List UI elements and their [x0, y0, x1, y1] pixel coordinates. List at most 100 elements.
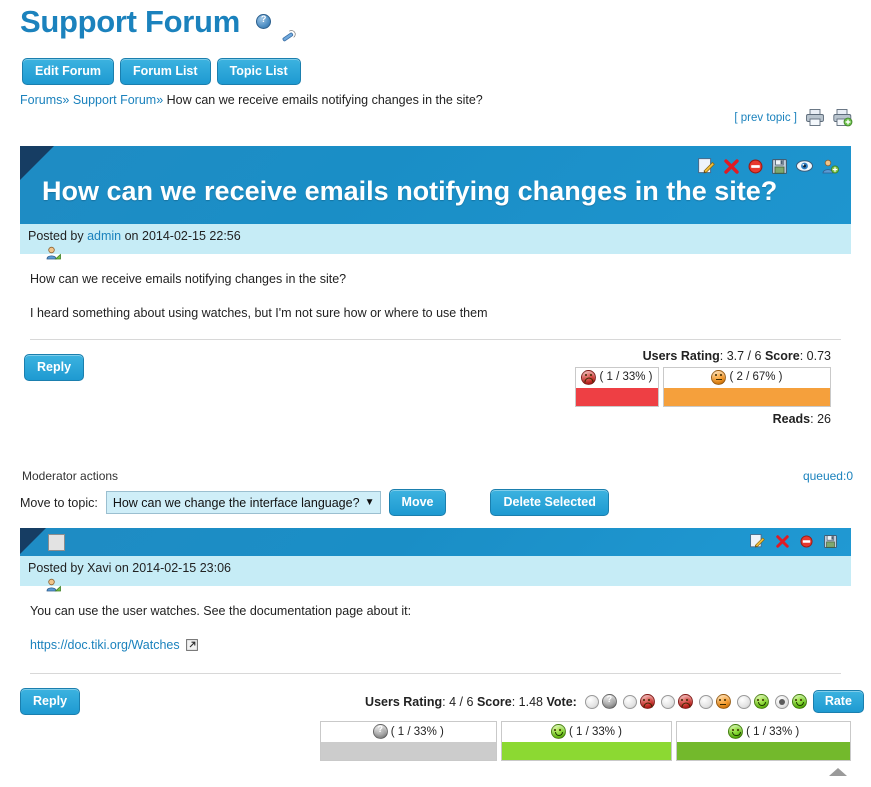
smile-green2-icon[interactable] [791, 694, 807, 709]
forum-action-buttons: Edit Forum Forum List Topic List [22, 58, 307, 85]
edit-icon[interactable] [698, 158, 715, 177]
rating-bar: ( 1 / 33% ) [575, 366, 659, 407]
reply-reply-button[interactable]: Reply [20, 688, 81, 715]
delete-selected-button[interactable]: Delete Selected [490, 489, 609, 516]
topic-header: How can we receive emails notifying chan… [20, 146, 851, 224]
rating-bar-label: ( 1 / 33% ) [321, 722, 496, 742]
corner-fold [20, 146, 54, 180]
external-link-icon [186, 638, 198, 657]
rating-bar-count: ( 1 / 33% ) [599, 371, 653, 384]
reply-paragraph-1: You can use the user watches. See the do… [30, 604, 412, 618]
documentation-link[interactable]: https://doc.tiki.org/Watches [30, 638, 180, 652]
rate-button[interactable]: Rate [812, 690, 864, 713]
reply-card: Posted by Xavi on 2014-02-15 23:06 You c… [20, 528, 851, 680]
move-button[interactable]: Move [388, 489, 447, 516]
users-rating-label: Users Rating [365, 694, 443, 709]
block-icon[interactable] [748, 159, 763, 177]
queued-count[interactable]: queued:0 [803, 469, 853, 483]
topic-header-icons [698, 158, 839, 177]
posted-by-label: Posted by [28, 561, 84, 575]
vote-option[interactable] [584, 693, 617, 709]
block-icon[interactable] [800, 534, 813, 551]
forum-page: Support Forum Edit ForumForum ListTopic … [0, 0, 871, 787]
select-post-checkbox[interactable] [48, 534, 65, 551]
topic-rating-summary: Users Rating: 3.7 / 6 Score: 0.73 ( 1 / … [575, 349, 831, 426]
rating-bar-fill [677, 742, 850, 760]
flat-orange-icon[interactable] [715, 694, 731, 709]
vote-options: Rate [584, 690, 864, 713]
vote-radio-selected[interactable] [774, 694, 789, 709]
breadcrumb-sep-2: » [156, 93, 164, 107]
breadcrumb-sep-1: » [62, 93, 70, 107]
watch-user-icon[interactable] [822, 159, 839, 177]
rating-bar-label: ( 1 / 33% ) [576, 368, 658, 388]
vote-radio[interactable] [584, 694, 599, 709]
topic-rating-area: Reply Users Rating: 3.7 / 6 Score: 0.73 … [20, 346, 851, 432]
vote-radio[interactable] [698, 694, 713, 709]
topic-list-button[interactable]: Topic List [216, 58, 301, 85]
forum-list-button[interactable]: Forum List [119, 58, 211, 85]
score-label: Score [764, 348, 800, 363]
vote-option[interactable] [736, 694, 769, 709]
topic-author-link[interactable]: admin [87, 229, 121, 243]
wrench-icon[interactable] [280, 15, 298, 41]
vote-option[interactable] [698, 694, 731, 709]
edit-icon[interactable] [750, 534, 765, 551]
reply-rating-row: Reply Users Rating: 4 / 6 Score: 1.48 Vo… [20, 688, 864, 715]
delete-icon[interactable] [724, 158, 739, 177]
frown-red-icon[interactable] [639, 694, 655, 709]
page-title: Support Forum [20, 4, 298, 42]
avatar [46, 578, 62, 595]
topic-post-date: 2014-02-15 22:56 [142, 229, 241, 243]
smile-green2-icon [728, 724, 744, 739]
breadcrumb-current: How can we receive emails notifying chan… [166, 93, 483, 107]
scroll-to-top-icon[interactable] [829, 768, 847, 776]
breadcrumb: Forums» Support Forum» How can we receiv… [20, 93, 483, 107]
rating-bar-label: ( 1 / 33% ) [677, 722, 850, 742]
vote-option[interactable] [660, 694, 693, 709]
smile-green-icon[interactable] [753, 694, 769, 709]
move-to-topic-select[interactable]: How can we change the interface language… [105, 491, 381, 514]
breadcrumb-forums[interactable]: Forums [20, 93, 62, 107]
prev-topic-link[interactable]: [ prev topic ] [734, 112, 797, 124]
rating-bar-label: ( 1 / 33% ) [502, 722, 672, 742]
vote-option[interactable] [774, 694, 807, 709]
users-rating-value: 4 / 6 [449, 694, 474, 709]
help-icon[interactable] [255, 13, 271, 30]
topic-rating-bars: ( 1 / 33% ) ( 2 / 67% ) [575, 366, 831, 407]
rating-bar: ( 2 / 67% ) [663, 366, 831, 407]
save-icon[interactable] [772, 158, 787, 177]
reply-post-date: 2014-02-15 23:06 [132, 561, 231, 575]
users-rating-value: 3.7 / 6 [726, 348, 762, 363]
vote-label: Vote: [546, 694, 577, 709]
vote-option[interactable] [622, 694, 655, 709]
question-gray-icon[interactable] [601, 693, 617, 709]
divider [30, 672, 841, 674]
topic-reply-button[interactable]: Reply [24, 353, 85, 381]
reply-body: You can use the user watches. See the do… [20, 586, 851, 680]
watch-eye-icon[interactable] [796, 159, 813, 176]
smile-green-icon [550, 724, 566, 739]
title-icon-group [250, 6, 298, 42]
rating-bar-label: ( 2 / 67% ) [664, 368, 830, 388]
avatar [46, 246, 62, 263]
reply-author: Xavi [87, 561, 112, 575]
printer-add-icon[interactable] [833, 108, 853, 127]
breadcrumb-forum[interactable]: Support Forum [73, 93, 156, 107]
reply-link-paragraph: https://doc.tiki.org/Watches [30, 636, 841, 657]
save-icon[interactable] [824, 534, 837, 551]
frown-red2-icon[interactable] [677, 694, 693, 709]
vote-radio[interactable] [622, 694, 637, 709]
delete-icon[interactable] [776, 534, 789, 551]
reply-posted-bar: Posted by Xavi on 2014-02-15 23:06 [20, 556, 851, 592]
page-title-text: Support Forum [20, 4, 240, 39]
printer-icon[interactable] [805, 108, 825, 127]
topic-body: How can we receive emails notifying chan… [20, 254, 851, 346]
question-gray-icon [372, 723, 388, 739]
vote-radio[interactable] [736, 694, 751, 709]
reply-rating-info: Users Rating: 4 / 6 Score: 1.48 Vote: [365, 694, 577, 709]
vote-radio[interactable] [660, 694, 675, 709]
reply-header-icons [750, 534, 837, 551]
edit-forum-button[interactable]: Edit Forum [22, 58, 114, 85]
rating-bar: ( 1 / 33% ) [500, 721, 673, 761]
